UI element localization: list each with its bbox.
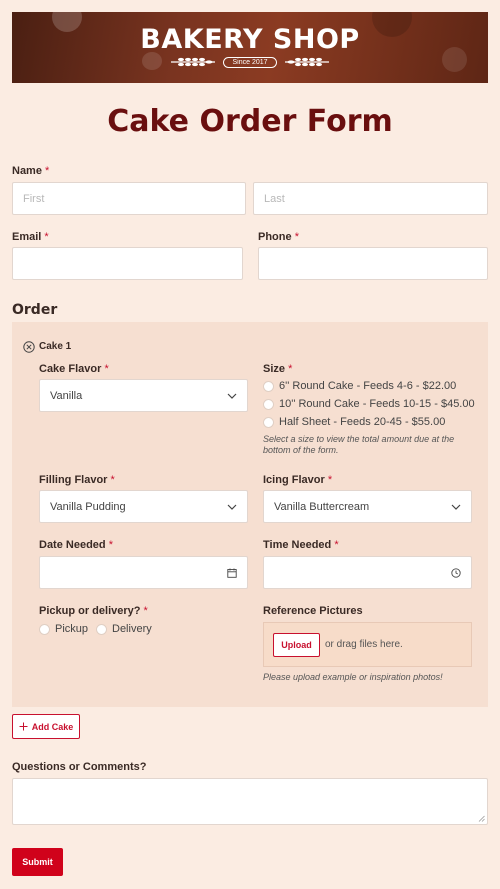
phone-input[interactable] <box>258 247 488 280</box>
filling-flavor-select[interactable]: Vanilla Pudding <box>39 490 248 523</box>
pickup-delivery-label: Pickup or delivery? * <box>39 605 148 617</box>
resize-handle-icon[interactable] <box>478 815 485 822</box>
cake-flavor-select[interactable]: Vanilla <box>39 379 248 412</box>
name-label: Name * <box>12 165 50 177</box>
time-needed-label: Time Needed * <box>263 539 339 551</box>
date-needed-label: Date Needed * <box>39 539 113 551</box>
chevron-down-icon <box>227 504 237 510</box>
bakery-banner: BAKERY SHOP Since 2017 <box>12 12 488 83</box>
pickup-option[interactable]: Pickup <box>39 623 88 635</box>
size-option-half-sheet[interactable]: Half Sheet - Feeds 20-45 - $55.00 <box>263 416 445 428</box>
comments-label: Questions or Comments? <box>12 761 147 773</box>
order-section-title: Order <box>12 302 58 318</box>
time-needed-input[interactable] <box>263 556 472 589</box>
email-input[interactable] <box>12 247 243 280</box>
upload-button[interactable]: Upload <box>273 633 320 657</box>
clock-icon[interactable] <box>451 567 461 578</box>
radio-circle <box>263 380 274 392</box>
calendar-icon[interactable] <box>227 568 237 578</box>
size-label: Size * <box>263 363 293 375</box>
chevron-down-icon <box>451 504 461 510</box>
email-label: Email * <box>12 231 49 243</box>
radio-circle <box>96 623 107 635</box>
size-option-6in[interactable]: 6'' Round Cake - Feeds 4-6 - $22.00 <box>263 380 456 392</box>
wheat-right-icon <box>284 57 329 67</box>
icing-flavor-label: Icing Flavor * <box>263 474 333 486</box>
first-name-input[interactable]: First <box>12 182 246 215</box>
radio-circle <box>39 623 50 635</box>
last-name-input[interactable]: Last <box>253 182 488 215</box>
reference-pictures-label: Reference Pictures <box>263 605 363 617</box>
page-title: Cake Order Form <box>107 104 393 139</box>
size-option-10in[interactable]: 10'' Round Cake - Feeds 10-15 - $45.00 <box>263 398 475 410</box>
comments-textarea[interactable] <box>12 778 488 825</box>
filling-flavor-label: Filling Flavor * <box>39 474 115 486</box>
delivery-option[interactable]: Delivery <box>96 623 152 635</box>
add-cake-button[interactable]: Add Cake <box>12 714 80 739</box>
size-hint: Select a size to view the total amount d… <box>263 434 455 455</box>
phone-label: Phone * <box>258 231 299 243</box>
wheat-left-icon <box>171 57 216 67</box>
reference-hint: Please upload example or inspiration pho… <box>263 672 443 682</box>
remove-cake-icon[interactable] <box>23 341 35 353</box>
banner-title: BAKERY SHOP <box>140 24 360 55</box>
radio-circle <box>263 416 274 428</box>
drag-files-text: or drag files here. <box>325 639 403 650</box>
icing-flavor-select[interactable]: Vanilla Buttercream <box>263 490 472 523</box>
cake-flavor-label: Cake Flavor * <box>39 363 109 375</box>
radio-circle <box>263 398 274 410</box>
submit-button[interactable]: Submit <box>12 848 63 876</box>
plus-icon <box>19 722 28 731</box>
chevron-down-icon <box>227 393 237 399</box>
cake-item-title: Cake 1 <box>39 341 72 352</box>
date-needed-input[interactable] <box>39 556 248 589</box>
since-badge: Since 2017 <box>223 56 277 68</box>
